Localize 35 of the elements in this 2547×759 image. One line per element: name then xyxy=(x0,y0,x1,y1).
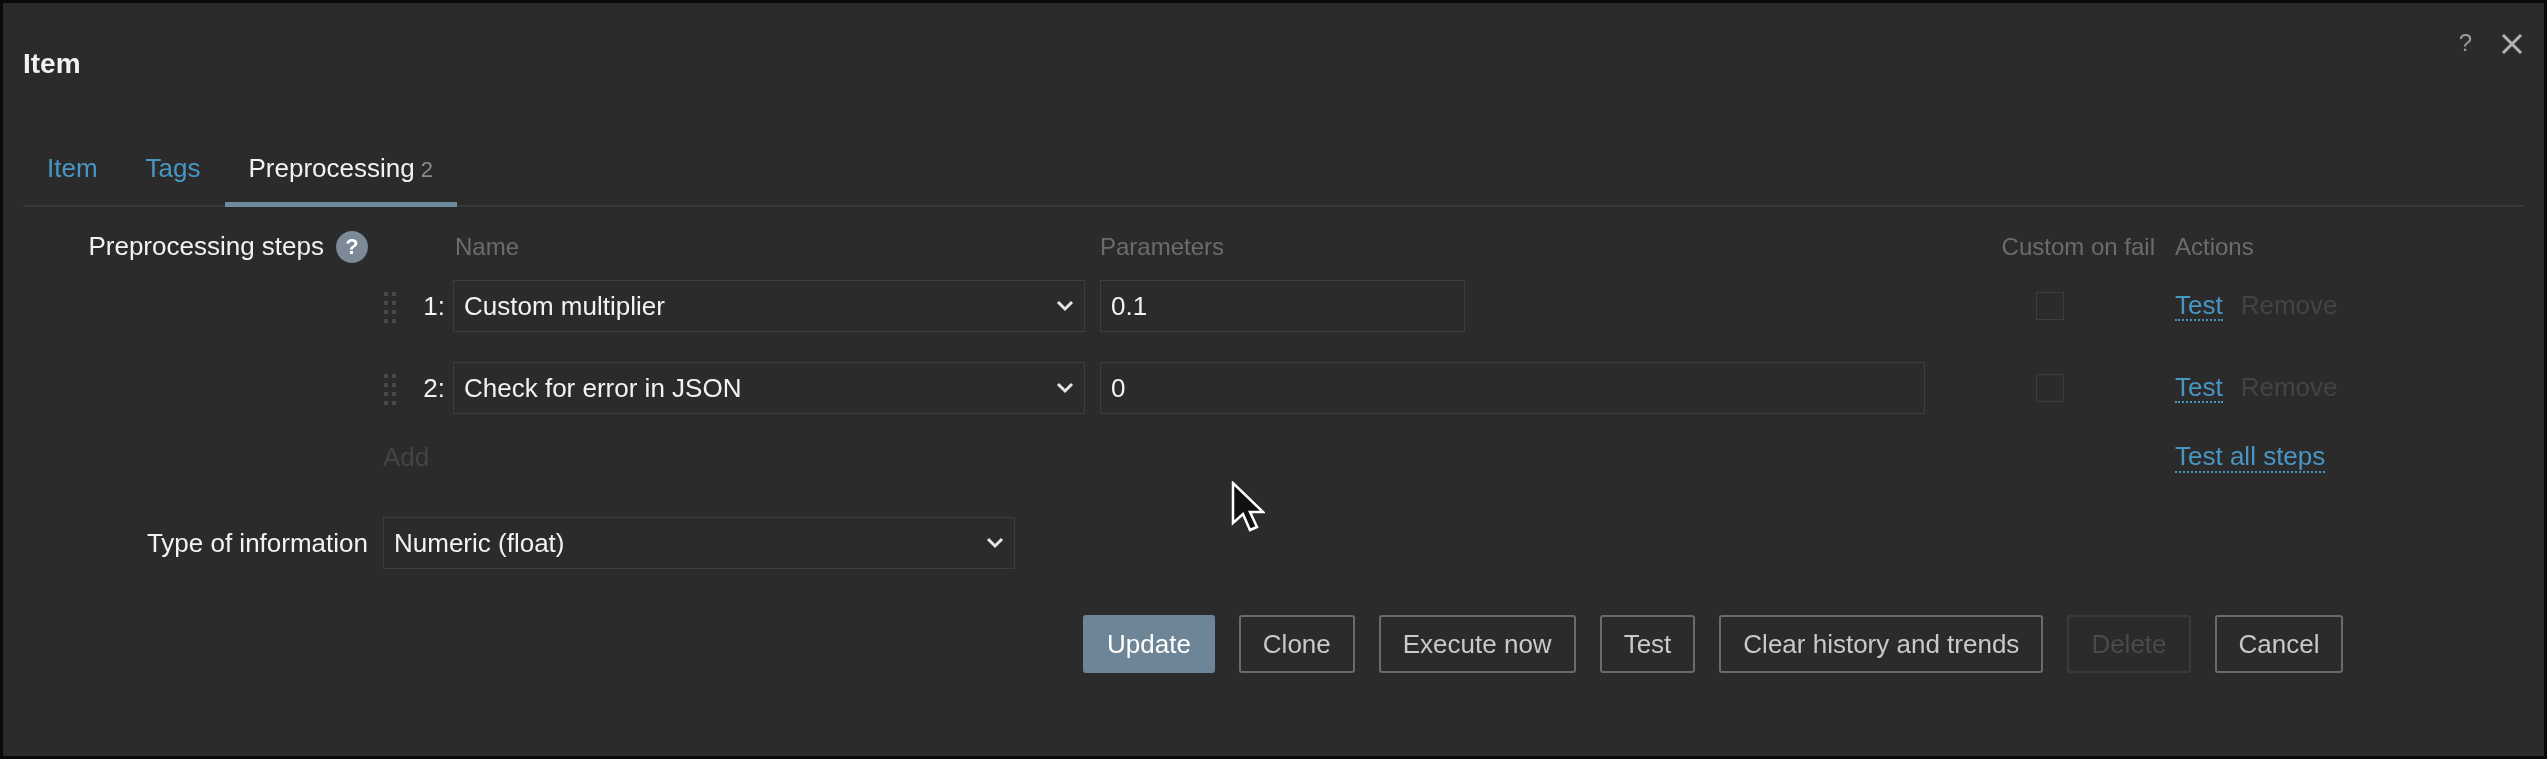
form-button[interactable]: Test xyxy=(1599,615,1696,673)
help-button[interactable]: ? xyxy=(2458,24,2472,61)
column-header: Name xyxy=(455,233,520,260)
close-icon[interactable] xyxy=(2500,32,2524,57)
parameter-field[interactable]: 0.1 xyxy=(1100,280,1465,332)
mouse-cursor-icon xyxy=(1231,481,1265,533)
form-button[interactable]: Clone xyxy=(1238,615,1355,673)
tab[interactable]: Tags xyxy=(121,137,225,207)
test-link[interactable]: Test xyxy=(2175,372,2223,404)
form-button[interactable]: Update xyxy=(1083,615,1215,673)
test-all-steps-link[interactable]: Test all steps xyxy=(2175,442,2326,473)
type-select[interactable]: Numeric (float) xyxy=(383,517,1015,569)
help-icon[interactable]: ? xyxy=(336,230,368,263)
step-number: 2: xyxy=(422,371,446,405)
field-label: Type of information xyxy=(146,526,368,560)
caret-icon xyxy=(1056,382,1074,394)
drag-handle-icon[interactable] xyxy=(383,371,397,408)
parameter-field[interactable]: 0 xyxy=(1100,362,1925,414)
form-button[interactable]: Execute now xyxy=(1378,615,1576,673)
column-header: Custom on fail xyxy=(2001,233,2155,260)
test-link[interactable]: Test xyxy=(2175,290,2223,322)
dialog-title: Item xyxy=(23,47,81,81)
step-type-select[interactable]: Check for error in JSON xyxy=(453,362,1085,414)
caret-icon xyxy=(1056,300,1074,312)
form-button[interactable]: Clear history and trends xyxy=(1719,615,2044,673)
drag-handle-icon[interactable] xyxy=(383,289,397,326)
column-header: Actions xyxy=(2175,231,2254,262)
caret-icon xyxy=(986,537,1004,549)
tab[interactable]: Item xyxy=(23,137,122,207)
tab[interactable]: Preprocessing 2 xyxy=(224,137,457,207)
field-label: Preprocessing steps xyxy=(88,230,324,263)
step-number: 1: xyxy=(422,289,446,323)
step-type-select[interactable]: Custom multiplier xyxy=(453,280,1085,332)
column-header: Parameters xyxy=(1100,233,1225,260)
form-button[interactable]: Cancel xyxy=(2214,615,2344,673)
